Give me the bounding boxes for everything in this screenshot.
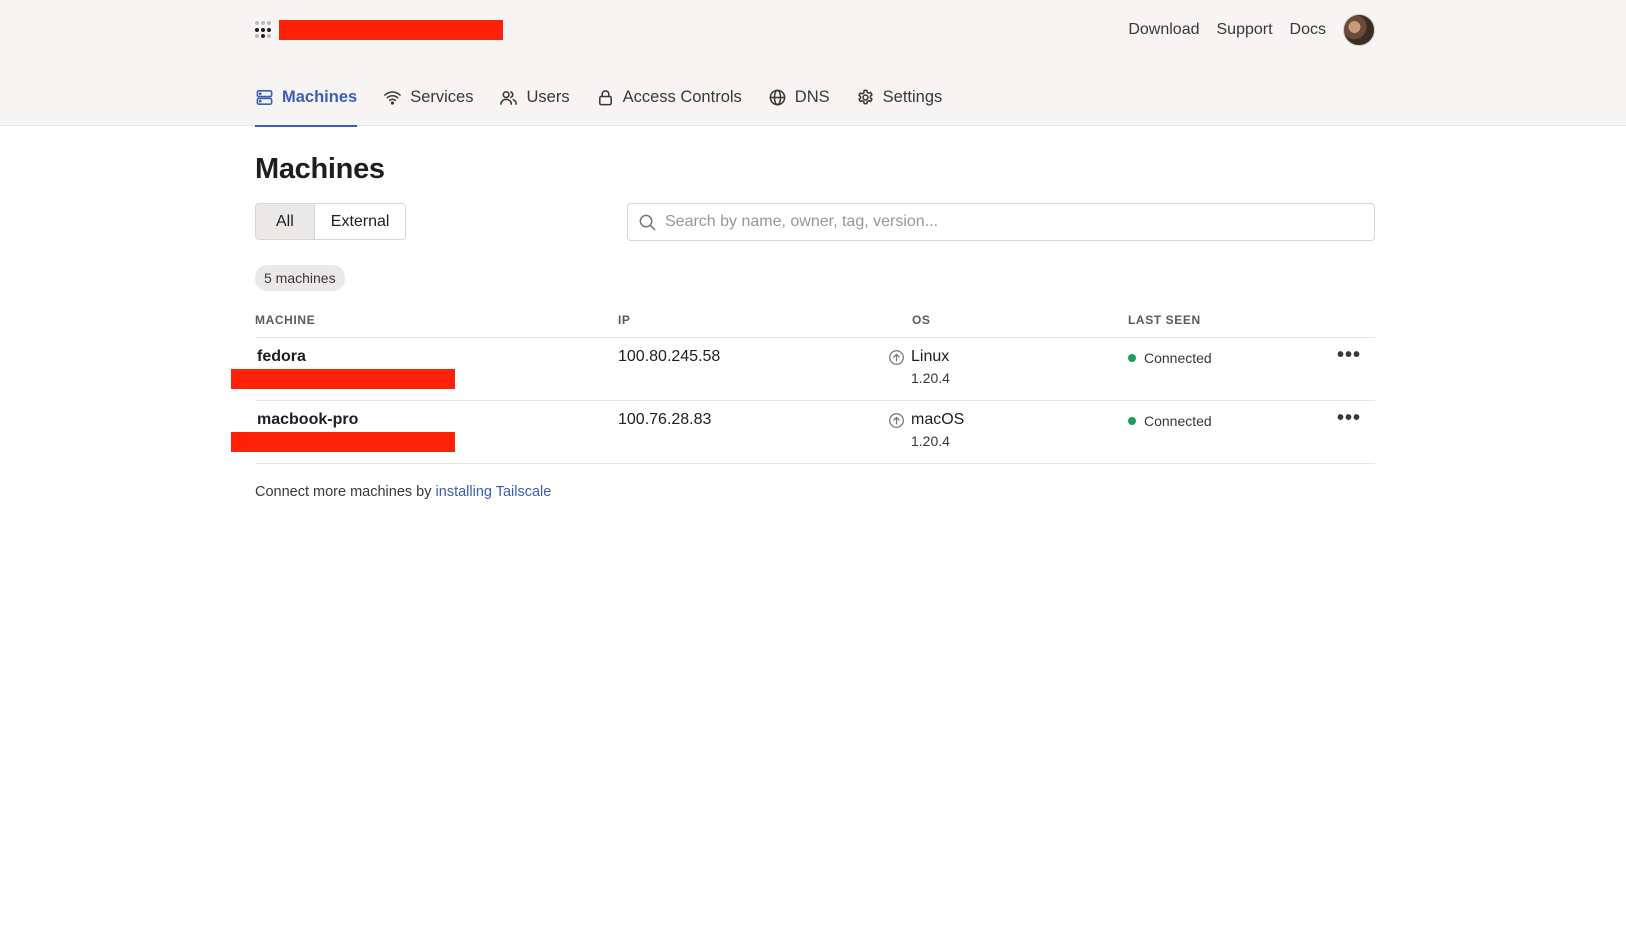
os-cell: macOS 1.20.4 xyxy=(888,411,1128,449)
main-tabs: Machines Services Users Access Controls … xyxy=(255,60,1375,127)
tab-label: Services xyxy=(410,88,474,106)
tab-users[interactable]: Users xyxy=(499,87,570,126)
footer-text: Connect more machines by xyxy=(255,484,432,500)
tab-services[interactable]: Services xyxy=(383,87,473,126)
top-header: Download Support Docs Machines Services … xyxy=(0,0,1626,127)
support-link[interactable]: Support xyxy=(1217,21,1273,39)
users-icon xyxy=(500,91,518,105)
table-row[interactable]: macbook-pro 100.76.28.83 macOS 1.20.4 Co… xyxy=(231,400,1375,464)
update-available-icon xyxy=(889,350,904,365)
user-avatar[interactable] xyxy=(1343,14,1375,46)
redacted-tailnet-name xyxy=(279,20,503,40)
machines-icon xyxy=(256,90,273,105)
machine-version: 1.20.4 xyxy=(911,370,950,386)
tab-label: DNS xyxy=(794,88,830,106)
machine-ip[interactable]: 100.80.245.58 xyxy=(618,337,912,401)
search-input[interactable] xyxy=(665,213,1374,231)
search-box xyxy=(627,203,1375,241)
machine-version: 1.20.4 xyxy=(911,433,950,449)
tab-settings[interactable]: Settings xyxy=(856,87,943,126)
column-header-ip[interactable]: IP xyxy=(618,313,912,338)
machine-name[interactable]: macbook-pro xyxy=(255,411,618,429)
tab-label: Machines xyxy=(282,88,358,106)
redacted-machine-details xyxy=(231,369,455,389)
install-tailscale-link[interactable]: installing Tailscale xyxy=(436,484,552,500)
top-links: Download Support Docs xyxy=(1128,14,1375,46)
tab-dns[interactable]: DNS xyxy=(768,87,830,126)
gear-icon xyxy=(857,89,873,105)
lock-icon xyxy=(598,90,612,106)
search-icon xyxy=(639,214,656,230)
main-content: Machines All External 5 machines MACHINE… xyxy=(231,153,1375,500)
filter-external-button[interactable]: External xyxy=(314,204,406,239)
filter-all-button[interactable]: All xyxy=(256,204,315,239)
connected-dot-icon xyxy=(1128,354,1136,362)
column-header-actions xyxy=(1315,313,1375,338)
page-title: Machines xyxy=(255,153,385,185)
redacted-machine-details xyxy=(231,432,455,452)
os-cell: Linux 1.20.4 xyxy=(888,348,1128,386)
top-bar: Download Support Docs xyxy=(255,0,1375,60)
machine-count-badge: 5 machines xyxy=(255,265,345,291)
machine-ip[interactable]: 100.76.28.83 xyxy=(618,400,912,464)
machine-os: Linux xyxy=(911,348,950,365)
status-text: Connected xyxy=(1144,350,1212,366)
tailscale-logo-icon xyxy=(255,21,273,39)
brand[interactable] xyxy=(255,20,503,40)
table-header-row: MACHINE IP OS LAST SEEN xyxy=(255,313,1375,338)
row-more-button[interactable]: ••• xyxy=(1315,400,1375,464)
globe-icon xyxy=(769,89,786,106)
tab-label: Access Controls xyxy=(622,88,742,106)
tab-access-controls[interactable]: Access Controls xyxy=(596,87,742,126)
download-link[interactable]: Download xyxy=(1128,21,1199,39)
tab-label: Users xyxy=(526,88,570,106)
connected-dot-icon xyxy=(1128,417,1136,425)
tab-machines[interactable]: Machines xyxy=(255,87,358,127)
machines-table: MACHINE IP OS LAST SEEN fedora 100.80.24… xyxy=(231,313,1375,464)
machine-name[interactable]: fedora xyxy=(255,348,618,366)
column-header-machine[interactable]: MACHINE xyxy=(255,313,618,338)
column-header-os[interactable]: OS xyxy=(912,313,1128,338)
status-indicator: Connected xyxy=(1128,413,1315,429)
machine-os: macOS xyxy=(911,411,965,428)
tab-label: Settings xyxy=(882,88,943,106)
table-row[interactable]: fedora 100.80.245.58 Linux 1.20.4 Connec… xyxy=(231,337,1375,401)
row-more-button[interactable]: ••• xyxy=(1315,337,1375,401)
filter-row: All External xyxy=(255,203,1375,241)
footer-note: Connect more machines by installing Tail… xyxy=(255,484,1375,500)
machine-filter-segmented: All External xyxy=(255,203,407,240)
column-header-last-seen[interactable]: LAST SEEN xyxy=(1128,313,1315,338)
status-text: Connected xyxy=(1144,413,1212,429)
update-available-icon xyxy=(889,413,904,428)
status-indicator: Connected xyxy=(1128,350,1315,366)
docs-link[interactable]: Docs xyxy=(1290,21,1326,39)
wifi-icon xyxy=(384,91,402,105)
